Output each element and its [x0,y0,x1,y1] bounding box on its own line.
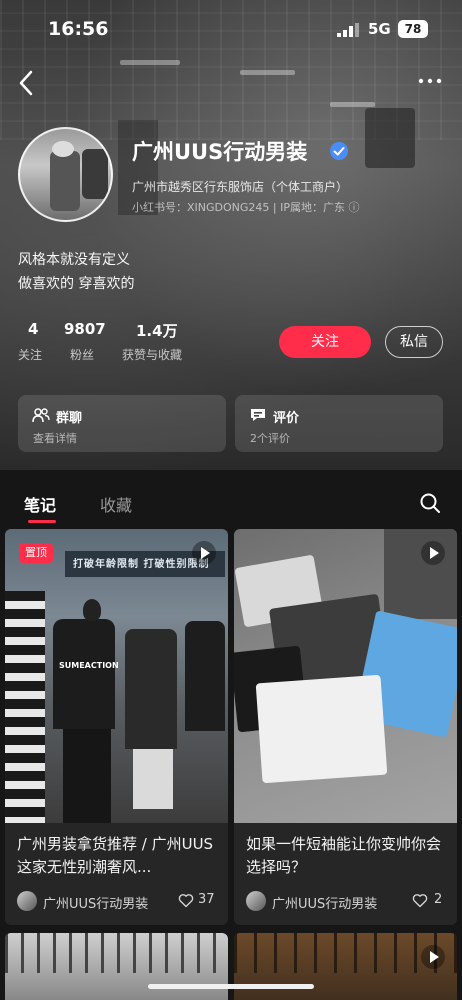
follow-button[interactable]: 关注 [279,326,371,358]
video-badge [421,945,445,969]
card-title: 群聊 [56,411,83,426]
review-card[interactable]: 评价 2个评价 [235,395,443,452]
white-tshirt [255,674,388,784]
heart-icon[interactable] [178,893,194,908]
post-card-partial[interactable] [5,933,228,1000]
bio-line: 风格本就没有定义 [18,252,130,268]
signal-icon [337,23,359,37]
mannequin-pants [63,729,111,823]
avatar-head [52,141,74,157]
card-subtitle: 查看详情 [33,432,77,445]
heart-icon[interactable] [412,893,428,908]
profile-id-line: 小红书号：XINGDONG245 | IP属地：广东 ⓘ [132,201,360,214]
review-icon [251,409,265,421]
post-image[interactable]: 打破年龄限制 打破性别限制 SUMEACTION 置顶 [5,529,228,823]
tab-collections[interactable]: 收藏 [100,492,132,516]
avatar[interactable] [18,127,113,222]
verified-icon [330,142,348,160]
hanging-clothes [365,108,415,168]
mannequin-jacket [125,629,177,749]
message-button[interactable]: 私信 [385,326,443,358]
post-footer: 广州UUS行动男装 37 [5,881,228,925]
post-card[interactable]: 打破年龄限制 打破性别限制 SUMEACTION 置顶 广州男装拿货推荐 / 广… [5,529,228,925]
more-icon[interactable] [416,70,444,92]
shirt-print: SUMEACTION [59,661,119,670]
home-indicator[interactable] [148,984,314,989]
stat-followers[interactable]: 9807 [64,320,106,338]
stat-following[interactable]: 4 [28,320,38,338]
video-badge [421,541,445,565]
back-icon[interactable] [14,68,40,98]
play-icon [430,951,439,963]
tab-indicator [28,520,56,523]
like-count: 37 [198,892,215,907]
play-icon [430,547,439,559]
post-title[interactable]: 如果一件短袖能让你变帅你会选择吗？ [234,823,457,881]
avatar-person [50,151,80,211]
card-subtitle: 2个评价 [250,432,290,445]
avatar-clothes [82,149,108,199]
mannequin-white-pants [133,749,173,809]
group-chat-icon [32,408,50,423]
post-image[interactable] [234,529,457,823]
profile-name: 广州UUS行动男装 [132,140,308,164]
status-time: 16:56 [48,18,109,40]
search-icon[interactable] [419,492,441,514]
stat-followers-label-wrap: 粉丝 [70,346,94,363]
post-author[interactable]: 广州UUS行动男装 [43,893,148,912]
ceiling-light [120,60,180,65]
mannequin-shirt: SUMEACTION [53,619,119,729]
stat-value: 1.4万 [136,322,178,340]
striped-shirt [5,591,45,823]
mannequin-head [83,599,101,621]
video-badge [192,541,216,565]
stat-following-label-wrap: 关注 [18,346,42,363]
ceiling-light [240,70,295,75]
stat-label: 获赞与收藏 [122,348,183,362]
group-chat-card[interactable]: 群聊 查看详情 [18,395,226,452]
ceiling-grid-image [5,933,228,973]
network-label: 5G [368,20,391,38]
post-title[interactable]: 广州男装拿货推荐 / 广州UUS 这家无性别潮奢风... [5,823,228,881]
like-count: 2 [434,892,443,907]
mannequin-black-shirt [185,621,225,731]
profile-bio: 风格本就没有定义 做喜欢的 穿喜欢的 [18,248,134,296]
profile-company: 广州市越秀区行东服饰店（个体工商户） [132,180,349,194]
stat-value: 4 [28,320,39,338]
post-author-avatar[interactable] [246,891,266,911]
stat-label: 粉丝 [70,348,95,362]
battery-icon: 78 [398,20,428,38]
stat-likes-label-wrap: 获赞与收藏 [122,346,182,363]
play-icon [201,547,210,559]
post-card-partial[interactable] [234,933,457,1000]
bio-line: 做喜欢的 穿喜欢的 [18,276,135,292]
stat-label: 关注 [18,348,43,362]
stat-likes[interactable]: 1.4万 [136,320,178,341]
store-banner-text: 打破年龄限制 打破性别限制 [73,559,210,570]
ceiling-light [330,102,375,107]
tab-notes[interactable]: 笔记 [24,492,56,516]
post-author[interactable]: 广州UUS行动男装 [272,893,377,912]
post-footer: 广州UUS行动男装 2 [234,881,457,925]
post-card[interactable]: 如果一件短袖能让你变帅你会选择吗？ 广州UUS行动男装 2 [234,529,457,925]
card-title: 评价 [273,411,300,426]
pinned-badge: 置顶 [19,543,53,563]
status-bar: 16:56 5G 78 [0,0,462,58]
stat-value: 9807 [64,320,106,338]
post-author-avatar[interactable] [17,891,37,911]
